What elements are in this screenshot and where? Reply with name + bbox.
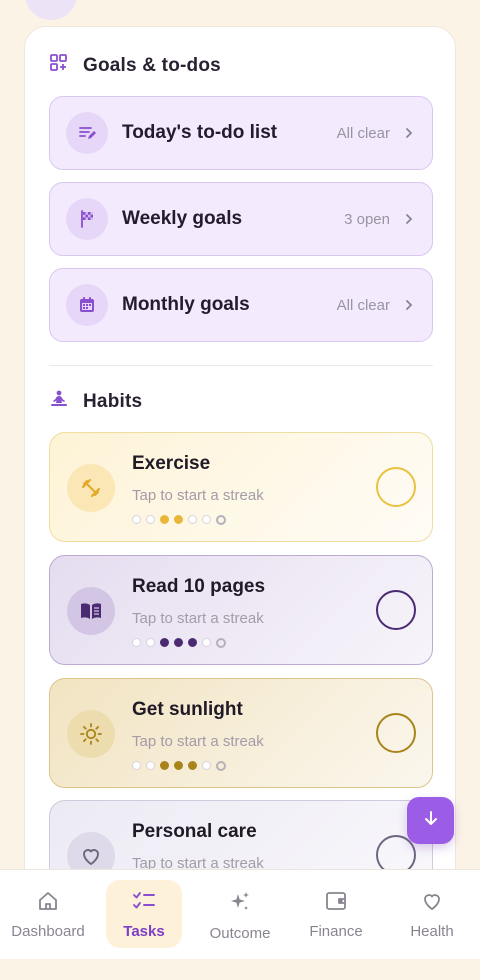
checklist-icon <box>132 890 156 917</box>
wallet-icon <box>325 890 347 917</box>
habit-title: Exercise <box>132 453 211 474</box>
goal-label: Monthly goals <box>122 294 250 315</box>
habit-check-button[interactable] <box>376 467 416 507</box>
system-bar-area <box>0 959 480 980</box>
bottom-nav: Dashboard Tasks Outcome Finance Health <box>0 869 480 959</box>
nav-label: Outcome <box>209 925 271 942</box>
home-icon <box>37 890 59 917</box>
tasks-card: Goals & to-dos Today's to-do list All cl… <box>24 26 456 896</box>
nav-item-tasks[interactable]: Tasks <box>106 880 182 948</box>
streak-dot <box>188 638 197 647</box>
streak-dots <box>132 761 226 771</box>
heart-icon <box>421 890 443 917</box>
streak-dot <box>202 515 211 524</box>
sparkles-icon <box>228 890 252 919</box>
habit-card-read[interactable]: Read 10 pages Tap to start a streak <box>49 555 433 665</box>
habit-card-exercise[interactable]: Exercise Tap to start a streak <box>49 432 433 542</box>
book-open-icon <box>67 587 115 635</box>
goal-row-todo[interactable]: Today's to-do list All clear <box>49 96 433 170</box>
list-edit-icon <box>66 112 108 154</box>
nav-item-health[interactable]: Health <box>394 880 470 948</box>
streak-dot <box>132 515 141 524</box>
chevron-right-icon <box>402 298 416 312</box>
grid-plus-icon <box>49 53 69 78</box>
streak-dot <box>202 761 211 770</box>
goal-status: All clear <box>336 296 390 314</box>
arrow-down-icon <box>422 809 440 832</box>
nav-label: Dashboard <box>11 923 85 940</box>
nav-item-outcome[interactable]: Outcome <box>202 880 278 948</box>
habit-subtitle: Tap to start a streak <box>132 733 264 750</box>
streak-dot <box>188 761 197 770</box>
streak-dots <box>132 515 226 525</box>
streak-dot <box>174 761 183 770</box>
avatar[interactable] <box>25 0 77 20</box>
streak-dot <box>174 515 183 524</box>
streak-dot <box>132 761 141 770</box>
habit-card-sunlight[interactable]: Get sunlight Tap to start a streak <box>49 678 433 788</box>
habits-section-header: Habits <box>49 389 142 414</box>
goal-label: Today's to-do list <box>122 122 278 143</box>
goal-row-monthly[interactable]: Monthly goals All clear <box>49 268 433 342</box>
goal-status: 3 open <box>344 210 390 228</box>
nav-item-finance[interactable]: Finance <box>298 880 374 948</box>
streak-dot <box>202 638 211 647</box>
habit-check-button[interactable] <box>376 713 416 753</box>
streak-dot <box>146 638 155 647</box>
streak-dot <box>160 638 169 647</box>
streak-dots <box>132 638 226 648</box>
habits-section-title: Habits <box>83 390 143 412</box>
streak-dot <box>216 515 226 525</box>
nav-label: Finance <box>309 923 363 940</box>
flag-checkered-icon <box>66 198 108 240</box>
goal-label: Weekly goals <box>122 208 243 229</box>
streak-dot <box>160 761 169 770</box>
habit-title: Get sunlight <box>132 699 243 720</box>
streak-dot <box>216 761 226 771</box>
chevron-right-icon <box>402 212 416 226</box>
goal-status: All clear <box>336 124 390 142</box>
nav-label: Health <box>410 923 454 940</box>
meditation-icon <box>49 389 69 414</box>
streak-dot <box>188 515 197 524</box>
streak-dot <box>146 761 155 770</box>
goal-row-weekly[interactable]: Weekly goals 3 open <box>49 182 433 256</box>
streak-dot <box>216 638 226 648</box>
scroll-down-button[interactable] <box>407 797 454 844</box>
sun-icon <box>67 710 115 758</box>
nav-item-dashboard[interactable]: Dashboard <box>10 880 86 948</box>
streak-dot <box>132 638 141 647</box>
streak-dot <box>174 638 183 647</box>
habit-subtitle: Tap to start a streak <box>132 487 264 504</box>
habit-title: Read 10 pages <box>132 576 266 597</box>
habit-subtitle: Tap to start a streak <box>132 610 264 627</box>
section-divider <box>49 365 433 366</box>
goals-section-title: Goals & to-dos <box>83 54 221 76</box>
streak-dot <box>146 515 155 524</box>
goals-section-header: Goals & to-dos <box>49 53 221 78</box>
streak-dot <box>160 515 169 524</box>
chevron-right-icon <box>402 126 416 140</box>
habit-check-button[interactable] <box>376 590 416 630</box>
habit-title: Personal care <box>132 821 257 842</box>
calendar-icon <box>66 284 108 326</box>
nav-label: Tasks <box>123 923 165 940</box>
dumbbell-icon <box>67 464 115 512</box>
